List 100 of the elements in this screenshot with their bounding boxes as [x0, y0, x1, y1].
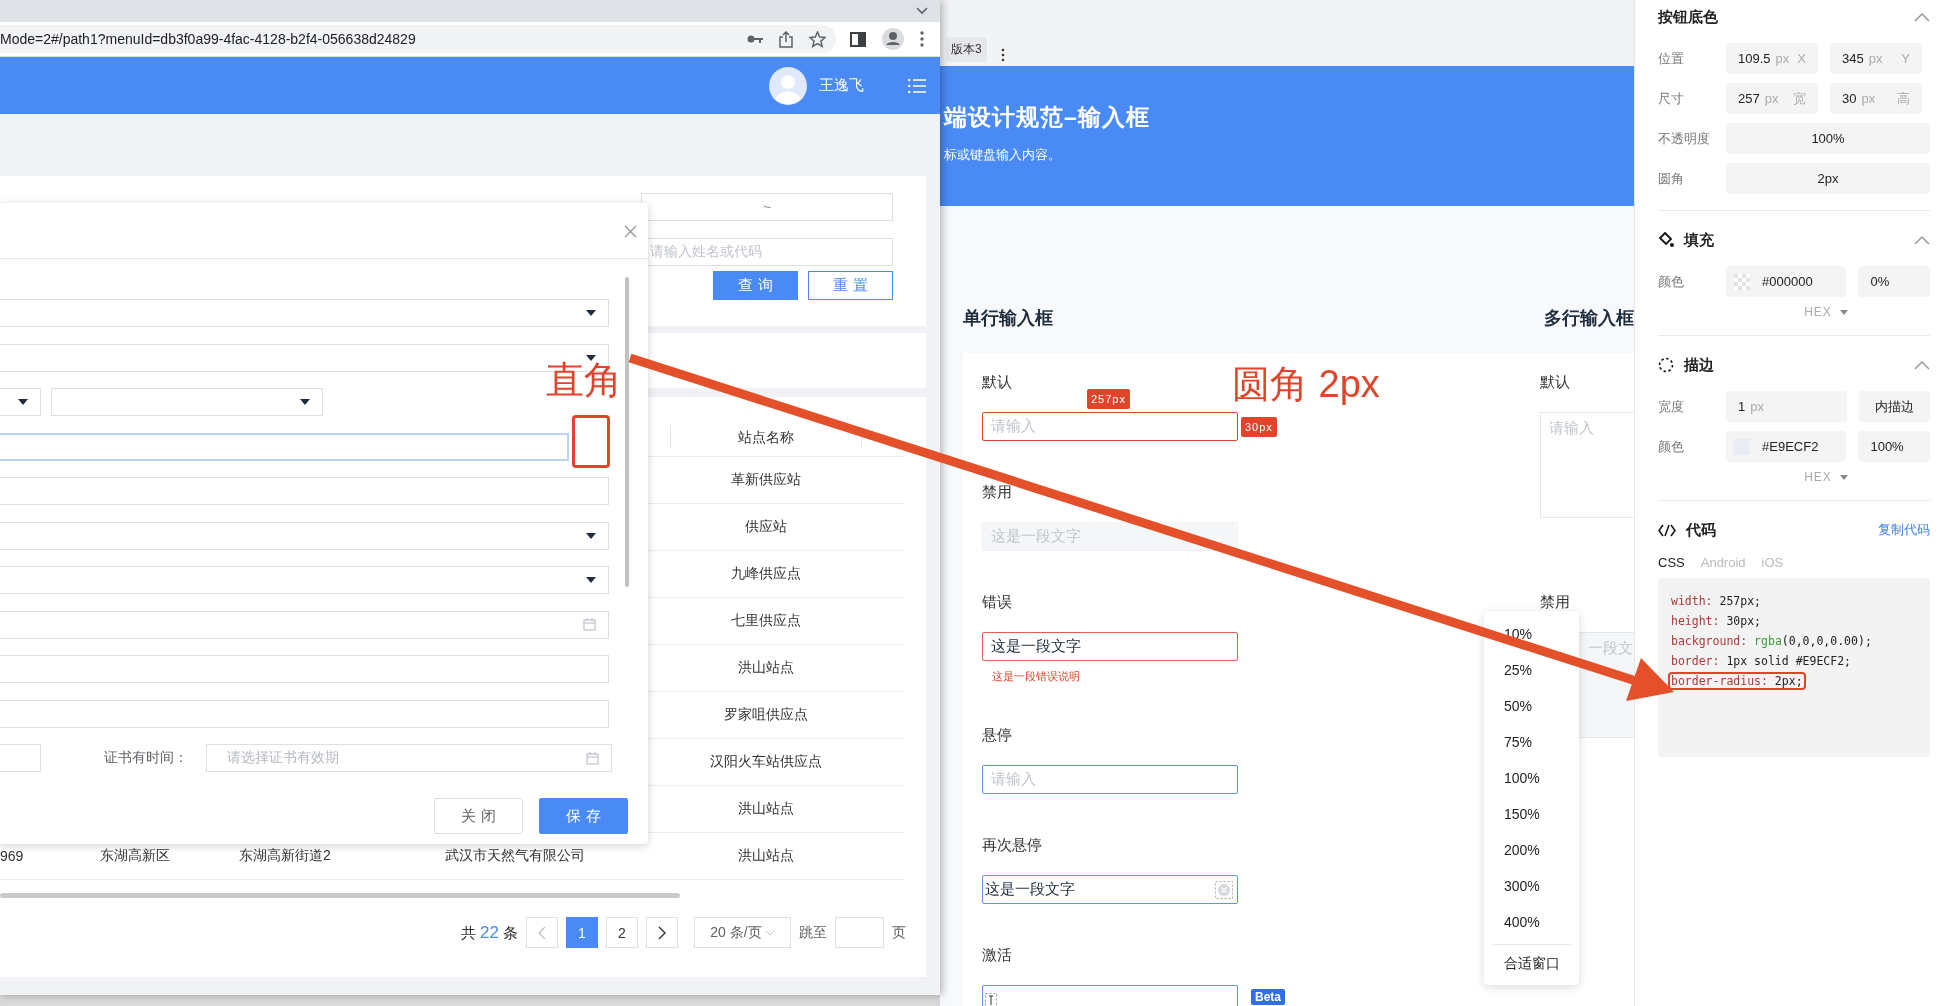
menu-item[interactable]: 合适窗口 — [1484, 945, 1579, 981]
property-label: 圆角 — [1658, 169, 1685, 188]
jump-label: 跳至 — [799, 923, 827, 942]
text-input[interactable]: 这是一段文字 — [982, 875, 1238, 904]
chevron-up-icon[interactable] — [1914, 12, 1930, 22]
stroke-align-select[interactable]: 内描边 — [1859, 391, 1930, 422]
input-field[interactable] — [0, 744, 41, 772]
page-input[interactable] — [835, 917, 884, 948]
profile-icon[interactable] — [882, 28, 904, 50]
menu-item[interactable]: 75% — [1484, 724, 1579, 760]
menu-item[interactable]: 200% — [1484, 832, 1579, 868]
page-button[interactable]: 2 — [606, 917, 638, 948]
table-cell-text: 洪山站点 — [737, 800, 795, 818]
section-title: 填充 — [1684, 230, 1714, 250]
input-field[interactable] — [0, 432, 569, 461]
field-label: 默认 — [1540, 372, 1570, 392]
opacity-field[interactable]: 100% — [1858, 431, 1930, 462]
annotation-text: 直角 — [546, 362, 622, 398]
field-label: 禁用 — [982, 482, 1012, 502]
copy-code-link[interactable]: 复制代码 — [1878, 521, 1930, 539]
annotation-text: 圆角 2px — [1232, 363, 1380, 405]
table-cell-text: 革新供应站 — [730, 471, 802, 489]
dashed-circle-icon — [1658, 357, 1674, 373]
property-label: 宽度 — [1658, 397, 1685, 416]
table-cell-text: 洪山站点 — [737, 847, 795, 865]
caret-down-icon — [586, 577, 596, 583]
property-label: 颜色 — [1658, 272, 1685, 291]
number-field[interactable]: 30 px 高 — [1830, 83, 1922, 114]
select-field[interactable] — [0, 521, 609, 550]
text-input[interactable]: 这是一段文字 — [982, 632, 1238, 661]
number-field[interactable]: 1 px — [1726, 391, 1848, 422]
calendar-icon — [583, 618, 596, 631]
section-title: 代码 — [1686, 520, 1716, 540]
star-icon[interactable] — [809, 30, 826, 48]
previous-page-button[interactable] — [526, 917, 558, 948]
vertical-scrollbar[interactable] — [625, 277, 629, 587]
number-field[interactable]: 100% — [1726, 123, 1930, 154]
chevron-down-icon — [916, 7, 928, 15]
menu-item[interactable]: 50% — [1484, 688, 1579, 724]
code-tab[interactable]: CSS — [1658, 555, 1685, 570]
total-count: 共 22 条 — [461, 922, 518, 943]
user-name: 王逸飞 — [819, 76, 864, 95]
menu-item[interactable]: 300% — [1484, 868, 1579, 904]
section-title: 多行输入框 — [1544, 307, 1634, 330]
property-label: 位置 — [1658, 49, 1685, 68]
property-label: 尺寸 — [1658, 89, 1685, 108]
date-field[interactable] — [0, 610, 609, 639]
more-icon[interactable] — [920, 31, 924, 47]
version-tag[interactable]: 版本3 — [946, 37, 987, 62]
banner-subtitle: 标或键盘输入内容。 — [944, 146, 1062, 164]
section-title: 按钮底色 — [1658, 7, 1718, 27]
caret-down-icon — [586, 532, 596, 539]
table-cell-text: 七里供应点 — [730, 612, 802, 630]
text-input[interactable] — [982, 985, 1238, 1006]
close-button[interactable]: 关 闭 — [434, 798, 523, 834]
field-label: 激活 — [982, 945, 1012, 965]
address-bar[interactable]: Mode=2#/path1?menuId=db3f0a99-4fac-4128-b2f4-056638d24829 — [0, 25, 836, 53]
code-icon — [1658, 523, 1676, 537]
color-field[interactable]: #000000 — [1726, 266, 1847, 297]
page-size-select[interactable]: 20 条/页 — [694, 917, 791, 948]
avatar-icon[interactable] — [769, 66, 807, 105]
caret-down-icon — [586, 354, 596, 361]
next-page-button[interactable] — [646, 917, 678, 948]
menu-item[interactable]: 100% — [1484, 760, 1579, 796]
number-field[interactable]: 2px — [1726, 163, 1930, 194]
reset-button[interactable]: 重 置 — [808, 271, 893, 300]
close-icon[interactable] — [624, 225, 637, 238]
color-field[interactable]: #E9ECF2 — [1726, 431, 1847, 462]
chevron-up-icon[interactable] — [1914, 235, 1930, 245]
page-suffix: 页 — [892, 923, 906, 942]
menu-item[interactable]: 400% — [1484, 904, 1579, 940]
chevron-up-icon[interactable] — [1914, 360, 1930, 370]
text-cursor-icon — [985, 992, 997, 1006]
key-icon[interactable] — [747, 34, 763, 44]
number-field[interactable]: 109.5 px X — [1726, 43, 1818, 74]
menu-icon[interactable] — [908, 78, 926, 93]
input-field[interactable] — [0, 477, 609, 505]
height-badge: 30px — [1241, 417, 1277, 437]
opacity-field[interactable]: 0% — [1858, 266, 1930, 297]
share-icon[interactable] — [779, 30, 793, 48]
number-field[interactable]: 345 px Y — [1830, 43, 1922, 74]
code-line: width: 257px; — [1670, 593, 1762, 610]
select-field[interactable] — [0, 566, 609, 594]
chevron-left-icon — [538, 925, 546, 940]
input-field[interactable] — [0, 699, 609, 728]
sidebar-icon[interactable] — [850, 31, 866, 47]
select-field[interactable] — [0, 388, 41, 416]
more-icon[interactable] — [1000, 48, 1005, 62]
table-cell-text: 武汉市天然气有限公司 — [444, 847, 586, 865]
horizontal-scrollbar[interactable] — [0, 893, 680, 898]
menu-item[interactable]: 25% — [1484, 652, 1579, 688]
property-label: 颜色 — [1658, 437, 1685, 456]
caret-down-icon — [1839, 474, 1848, 480]
select-field[interactable] — [51, 388, 323, 416]
menu-item[interactable]: 150% — [1484, 796, 1579, 832]
chevron-down-icon — [764, 929, 775, 936]
input-field[interactable] — [0, 655, 609, 683]
select-field[interactable] — [0, 299, 609, 327]
clear-icon[interactable] — [1215, 880, 1233, 899]
number-field[interactable]: 257 px 宽 — [1726, 83, 1818, 114]
